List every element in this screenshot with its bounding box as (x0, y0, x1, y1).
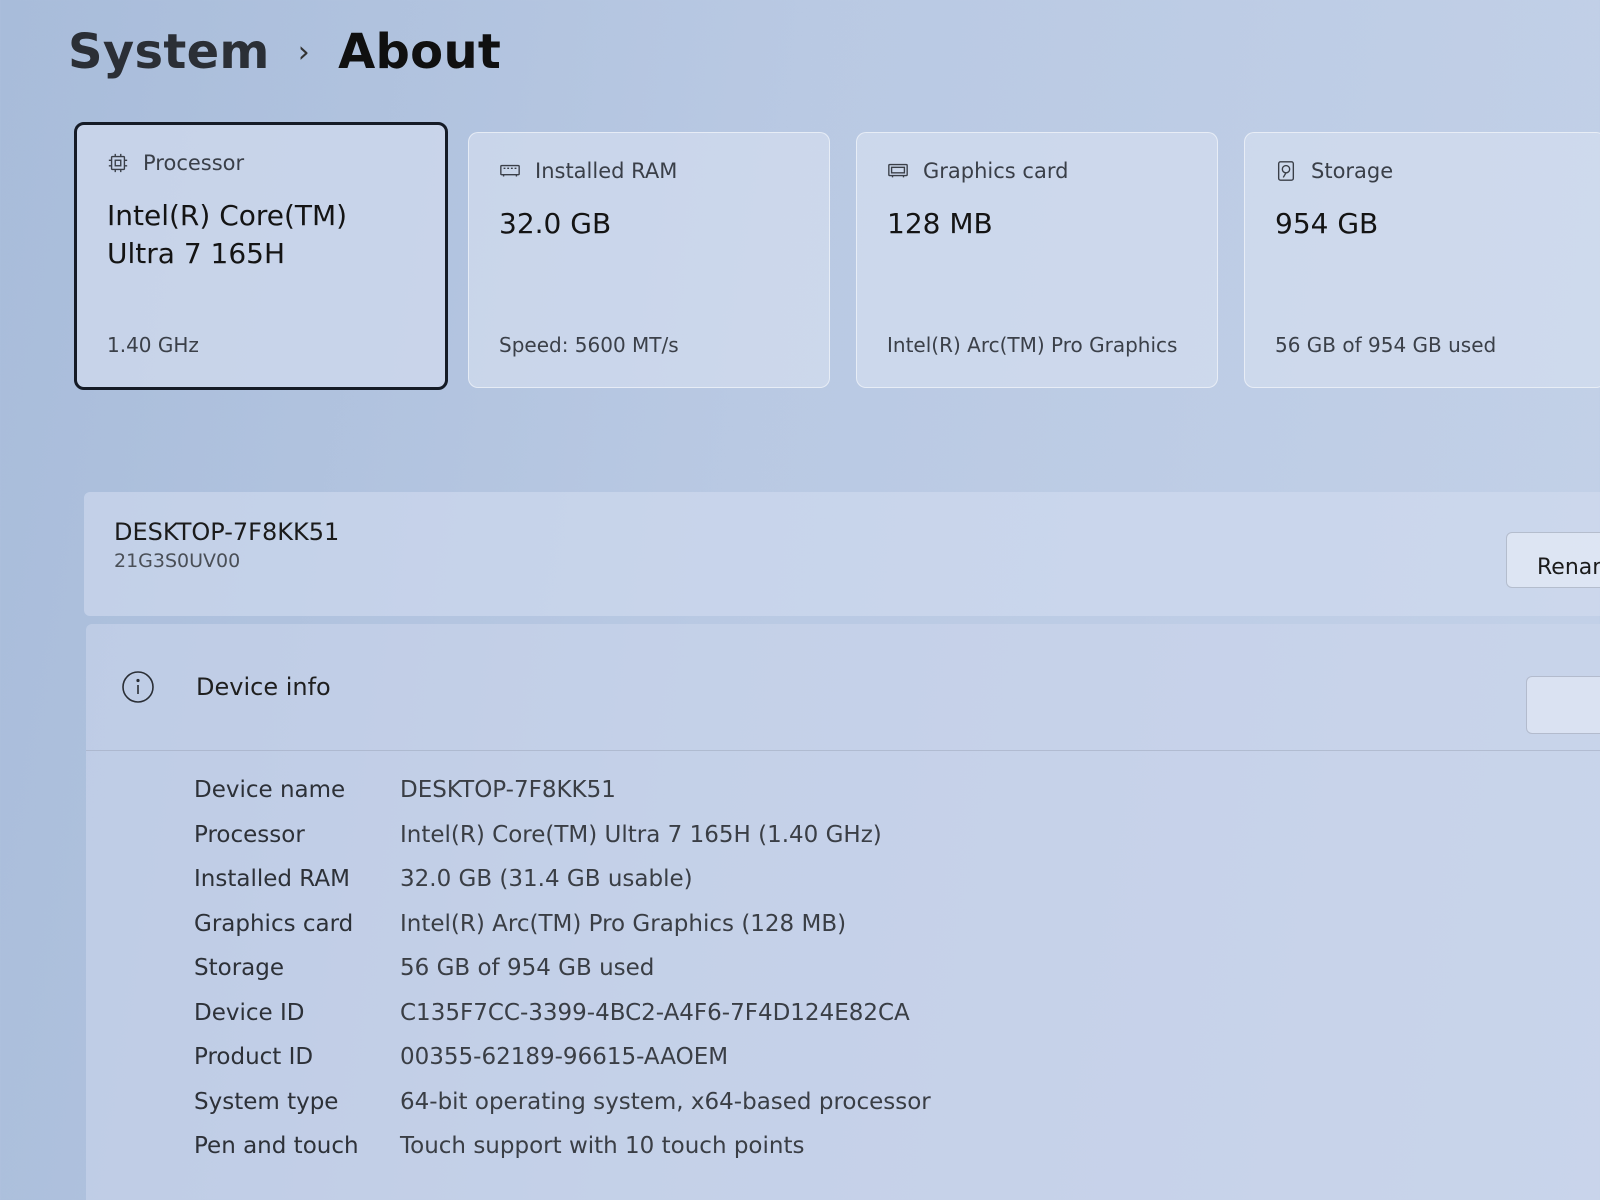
processor-icon (108, 153, 128, 173)
device-name-row: DESKTOP-7F8KK51 21G3S0UV00 Rename this P… (84, 492, 1600, 616)
spec-row-installed-ram: Installed RAM 32.0 GB (31.4 GB usable) (194, 857, 931, 902)
device-info-header[interactable]: Device info (86, 624, 1600, 751)
card-storage-title: Storage (1311, 159, 1394, 183)
card-processor[interactable]: Processor Intel(R) Core(TM) Ultra 7 165H… (74, 122, 448, 390)
card-ram[interactable]: Installed RAM 32.0 GB Speed: 5600 MT/s (468, 132, 830, 388)
storage-icon (1277, 161, 1295, 181)
card-processor-value: Intel(R) Core(TM) Ultra 7 165H (107, 199, 348, 270)
spec-value: 00355-62189-96615-AAOEM (400, 1044, 729, 1071)
spec-label: Device ID (194, 999, 305, 1026)
spec-row-device-name: Device name DESKTOP-7F8KK51 (194, 768, 931, 813)
spec-row-storage: Storage 56 GB of 954 GB used (194, 946, 931, 991)
spec-value: Intel(R) Arc(TM) Pro Graphics (128 MB) (400, 910, 847, 937)
card-graphics-sub: Intel(R) Arc(TM) Pro Graphics (887, 333, 1178, 357)
spec-value: Intel(R) Core(TM) Ultra 7 165H (1.40 GHz… (400, 821, 882, 848)
device-info-panel: Device info Device name DESKTOP-7F8KK51 … (86, 624, 1600, 1200)
spec-value: 32.0 GB (31.4 GB usable) (400, 866, 693, 893)
card-processor-title: Processor (143, 151, 245, 175)
spec-row-product-id: Product ID 00355-62189-96615-AAOEM (194, 1035, 931, 1080)
card-storage-sub: 56 GB of 954 GB used (1275, 333, 1497, 357)
device-info-title: Device info (196, 673, 331, 701)
card-ram-value: 32.0 GB (499, 207, 612, 240)
spec-label: Installed RAM (194, 866, 350, 893)
spec-label: Processor (194, 821, 305, 848)
breadcrumb: System › About (68, 24, 501, 80)
card-ram-header: Installed RAM (499, 159, 799, 183)
spec-value: DESKTOP-7F8KK51 (400, 777, 616, 804)
spec-label: Storage (194, 955, 284, 982)
spec-row-pen-and-touch: Pen and touch Touch support with 10 touc… (194, 1124, 931, 1169)
breadcrumb-system[interactable]: System (68, 24, 270, 80)
info-icon (122, 671, 154, 703)
card-graphics-value: 128 MB (887, 207, 993, 240)
card-ram-title: Installed RAM (535, 159, 678, 183)
spec-label: System type (194, 1088, 339, 1115)
page-title: About (338, 24, 502, 80)
card-processor-header: Processor (107, 151, 415, 175)
breadcrumb-separator: › (297, 34, 311, 70)
card-ram-sub: Speed: 5600 MT/s (499, 333, 679, 357)
spec-row-processor: Processor Intel(R) Core(TM) Ultra 7 165H… (194, 813, 931, 858)
spec-label: Product ID (194, 1044, 314, 1071)
spec-cards: Processor Intel(R) Core(TM) Ultra 7 165H… (74, 122, 1600, 402)
spec-value: C135F7CC-3399-4BC2-A4F6-7F4D124E82CA (400, 999, 910, 1026)
spec-value: Touch support with 10 touch points (400, 1133, 805, 1160)
card-processor-sub: 1.40 GHz (107, 333, 199, 357)
graphics-card-icon (888, 163, 908, 178)
device-name: DESKTOP-7F8KK51 (114, 518, 340, 546)
device-model: 21G3S0UV00 (114, 550, 241, 572)
card-storage-header: Storage (1275, 159, 1575, 183)
spec-row-graphics-card: Graphics card Intel(R) Arc(TM) Pro Graph… (194, 902, 931, 947)
spec-label: Graphics card (194, 910, 354, 937)
spec-row-system-type: System type 64-bit operating system, x64… (194, 1080, 931, 1125)
copy-button[interactable] (1526, 676, 1600, 734)
spec-label: Pen and touch (194, 1133, 359, 1160)
card-storage-value: 954 GB (1275, 207, 1379, 240)
spec-value: 64-bit operating system, x64-based proce… (400, 1088, 931, 1115)
card-graphics-header: Graphics card (887, 159, 1187, 183)
card-graphics[interactable]: Graphics card 128 MB Intel(R) Arc(TM) Pr… (856, 132, 1218, 388)
ram-icon (500, 164, 520, 177)
spec-label: Device name (194, 777, 346, 804)
spec-value: 56 GB of 954 GB used (400, 955, 655, 982)
card-graphics-title: Graphics card (923, 159, 1069, 183)
card-storage[interactable]: Storage 954 GB 56 GB of 954 GB used (1244, 132, 1600, 388)
device-spec-table: Device name DESKTOP-7F8KK51 Processor In… (194, 768, 931, 1169)
spec-row-device-id: Device ID C135F7CC-3399-4BC2-A4F6-7F4D12… (194, 991, 931, 1036)
rename-pc-button[interactable]: Rename this PC (1506, 532, 1600, 588)
